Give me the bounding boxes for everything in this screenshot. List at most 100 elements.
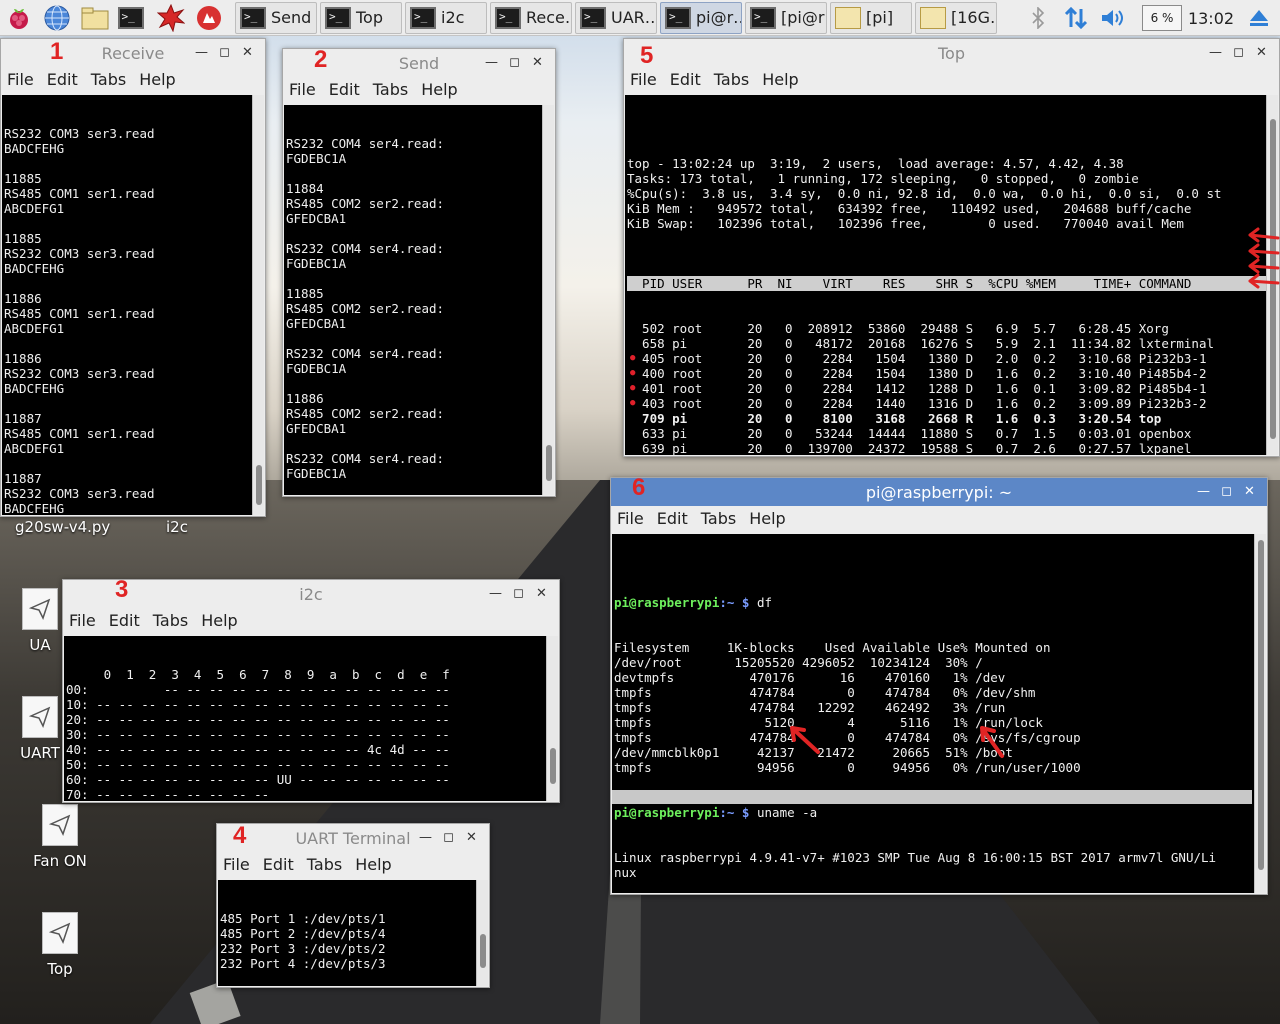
taskbar-window-button[interactable]: [16G… — [915, 1, 997, 34]
desktop-launcher-uart[interactable]: UART — [15, 696, 65, 762]
vertical-scrollbar[interactable] — [1254, 534, 1266, 893]
desktop-file-i2c[interactable]: i2c — [132, 518, 222, 536]
burst-icon[interactable] — [154, 1, 188, 35]
terminal-line: RS485 COM1 ser1.read — [4, 186, 155, 201]
menu-file[interactable]: File — [289, 80, 316, 99]
desktop-launcher-fan-on[interactable]: Fan ON — [15, 804, 105, 870]
window-titlebar[interactable]: pi@raspberrypi: ~ — ◻ ✕ — [611, 478, 1267, 506]
taskbar-window-button[interactable]: >_ [pi@r… — [745, 1, 827, 34]
menu-file[interactable]: File — [630, 70, 657, 89]
scrollbar-thumb[interactable] — [1270, 119, 1276, 439]
window-titlebar[interactable]: Top — ◻ ✕ — [624, 39, 1279, 67]
taskbar-window-button[interactable]: >_ Rece… — [490, 1, 572, 34]
menu-edit[interactable]: Edit — [263, 855, 294, 874]
send-window: Send — ◻ ✕ File Edit Tabs Help RS232 COM4 ser… — [282, 48, 556, 497]
close-button[interactable]: ✕ — [530, 580, 553, 608]
taskbar-window-button[interactable]: >_ Top — [320, 1, 402, 34]
menu-tabs[interactable]: Tabs — [307, 855, 342, 874]
minimize-button[interactable]: — — [484, 580, 507, 608]
taskbar-window-button[interactable]: >_ UAR… — [575, 1, 657, 34]
scrollbar-thumb[interactable] — [1258, 540, 1264, 870]
menu-edit[interactable]: Edit — [47, 70, 78, 89]
menu-help[interactable]: Help — [139, 70, 175, 89]
menu-tabs[interactable]: Tabs — [701, 509, 736, 528]
terminal-icon[interactable]: >_ — [116, 1, 150, 35]
menu-file[interactable]: File — [617, 509, 644, 528]
maximize-button[interactable]: ◻ — [437, 824, 460, 852]
vertical-scrollbar[interactable] — [476, 880, 488, 986]
raspberry-menu-icon[interactable] — [2, 1, 36, 35]
menu-file[interactable]: File — [7, 70, 34, 89]
desktop-launcher-ua[interactable]: UA — [15, 588, 65, 654]
menu-file[interactable]: File — [69, 611, 96, 630]
scrollbar-thumb[interactable] — [256, 465, 262, 505]
network-arrows-icon[interactable] — [1062, 0, 1090, 36]
menu-edit[interactable]: Edit — [109, 611, 140, 630]
eject-icon[interactable] — [1244, 0, 1274, 36]
terminal-output[interactable]: RS232 COM3 ser3.read BADCFEHG 11885 RS485 C… — [2, 95, 264, 515]
scrollbar-thumb[interactable] — [546, 445, 552, 481]
menu-help[interactable]: Help — [355, 855, 391, 874]
menu-help[interactable]: Help — [421, 80, 457, 99]
taskbar-window-button[interactable]: >_ i2c — [405, 1, 487, 34]
maximize-button[interactable]: ◻ — [503, 49, 526, 77]
maximize-button[interactable]: ◻ — [1215, 478, 1238, 506]
minimize-button[interactable]: — — [1192, 478, 1215, 506]
menu-help[interactable]: Help — [762, 70, 798, 89]
scrollbar-thumb[interactable] — [480, 934, 486, 968]
menu-bar: File Edit Tabs Help — [283, 77, 555, 101]
menu-tabs[interactable]: Tabs — [91, 70, 126, 89]
clock[interactable]: 13:02 — [1186, 0, 1236, 36]
cpu-monitor[interactable]: 6 % — [1140, 0, 1184, 36]
minimize-button[interactable]: — — [480, 49, 503, 77]
minimize-button[interactable]: — — [1204, 39, 1227, 67]
menu-help[interactable]: Help — [201, 611, 237, 630]
menu-help[interactable]: Help — [749, 509, 785, 528]
scrollbar-thumb[interactable] — [550, 748, 556, 784]
menu-tabs[interactable]: Tabs — [714, 70, 749, 89]
maximize-button[interactable]: ◻ — [1227, 39, 1250, 67]
globe-icon[interactable] — [40, 1, 74, 35]
vertical-scrollbar[interactable] — [1266, 95, 1278, 455]
terminal-output[interactable]: 485 Port 1 :/dev/pts/1 485 Port 2 :/dev/p… — [218, 880, 488, 986]
menu-tabs[interactable]: Tabs — [373, 80, 408, 99]
maximize-button[interactable]: ◻ — [507, 580, 530, 608]
bluetooth-icon[interactable] — [1026, 0, 1050, 36]
wolfram-icon[interactable] — [192, 1, 226, 35]
minimize-button[interactable]: — — [190, 39, 213, 67]
desktop-file-label: i2c — [166, 518, 188, 536]
window-titlebar[interactable]: i2c — ◻ ✕ — [63, 580, 559, 608]
close-button[interactable]: ✕ — [236, 39, 259, 67]
taskbar-window-button[interactable]: >_ pi@r… — [660, 1, 742, 34]
maximize-button[interactable]: ◻ — [213, 39, 236, 67]
vertical-scrollbar[interactable] — [542, 105, 554, 495]
menu-file[interactable]: File — [223, 855, 250, 874]
taskbar-window-button[interactable]: >_ Send — [235, 1, 317, 34]
terminal-output[interactable]: RS232 COM4 ser4.read: FGDEBC1A 11884 RS485 … — [284, 105, 554, 495]
desktop-file-g20sw[interactable]: g20sw-v4.py — [15, 518, 125, 536]
window-titlebar[interactable]: UART Terminal — ◻ ✕ — [217, 824, 489, 852]
taskbar-window-button[interactable]: [pi] — [830, 1, 912, 34]
terminal-line: tmpfs 474784 0 474784 0% /sys/fs/cgroup — [614, 730, 1081, 745]
menu-tabs[interactable]: Tabs — [153, 611, 188, 630]
vertical-scrollbar[interactable] — [546, 636, 558, 801]
volume-icon[interactable] — [1098, 0, 1128, 36]
close-button[interactable]: ✕ — [1250, 39, 1273, 67]
menu-edit[interactable]: Edit — [329, 80, 360, 99]
desktop-launcher-label: Fan ON — [33, 852, 87, 870]
close-button[interactable]: ✕ — [1238, 478, 1261, 506]
vertical-scrollbar[interactable] — [252, 95, 264, 515]
minimize-button[interactable]: — — [414, 824, 437, 852]
close-button[interactable]: ✕ — [460, 824, 483, 852]
menu-edit[interactable]: Edit — [657, 509, 688, 528]
file-manager-icon[interactable] — [78, 1, 112, 35]
desktop-launcher-top[interactable]: Top — [15, 912, 105, 978]
terminal-output[interactable]: top - 13:02:24 up 3:19, 2 users, load av… — [625, 95, 1278, 455]
menu-edit[interactable]: Edit — [670, 70, 701, 89]
window-titlebar[interactable]: Receive — ◻ ✕ — [1, 39, 265, 67]
terminal-output[interactable]: 0 1 2 3 4 5 6 7 8 9 a b c d e f 00: -- --… — [64, 636, 558, 801]
close-button[interactable]: ✕ — [526, 49, 549, 77]
terminal-output[interactable]: pi@raspberrypi:~ $ df Filesystem 1K-bloc… — [612, 534, 1266, 893]
